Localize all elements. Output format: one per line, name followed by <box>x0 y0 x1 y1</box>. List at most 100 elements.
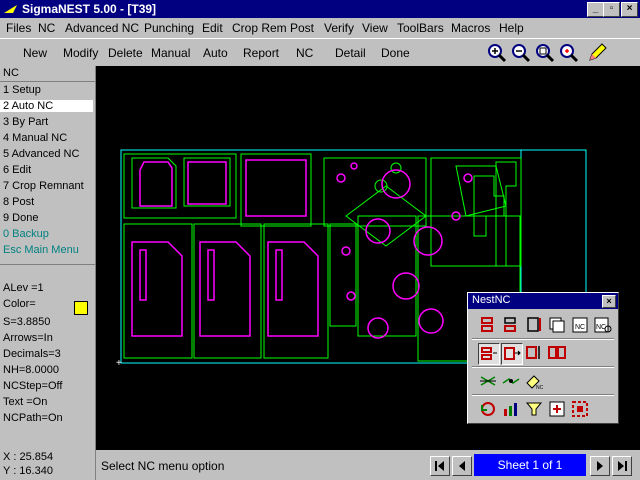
nc-sheets-icon[interactable] <box>547 315 567 335</box>
minimize-button[interactable]: _ <box>587 2 604 17</box>
zoom-fit-icon[interactable] <box>534 42 556 64</box>
title-bar: SigmaNEST 5.00 - [T39] _ ▫ × <box>0 0 640 18</box>
report-button[interactable]: Report <box>243 46 279 60</box>
menu-by-part[interactable]: 3 By Part <box>3 116 48 128</box>
part-row-bottom <box>123 215 521 362</box>
menu-toolbars[interactable]: ToolBars <box>397 21 444 35</box>
auto-button[interactable]: Auto <box>203 46 228 60</box>
nc-search-icon[interactable]: NC <box>593 315 613 335</box>
menu-files[interactable]: Files <box>6 21 31 35</box>
nc-path-cross-icon[interactable] <box>478 371 498 391</box>
done-button[interactable]: Done <box>381 46 410 60</box>
menu-manual-nc[interactable]: 4 Manual NC <box>3 132 67 144</box>
nc-sequence-next-icon[interactable] <box>501 343 523 365</box>
coordinate-readout: X : 25.854 Y : 16.340 <box>0 450 95 480</box>
menu-punching[interactable]: Punching <box>144 21 194 35</box>
menu-crop-rem[interactable]: Crop Rem <box>232 21 287 35</box>
app-logo-icon <box>4 5 17 13</box>
info-decimals: Decimals=3 <box>3 348 61 360</box>
last-icon <box>618 461 627 471</box>
prev-icon <box>459 461 465 471</box>
nc-path-tool-icon[interactable] <box>501 371 521 391</box>
first-sheet-button[interactable] <box>430 456 450 476</box>
nc-erase-icon[interactable]: NC <box>524 371 544 391</box>
palette-separator <box>472 338 614 340</box>
prev-sheet-button[interactable] <box>452 456 472 476</box>
nc-part-outline-icon[interactable] <box>501 315 521 335</box>
nc-funnel-icon[interactable] <box>524 399 544 419</box>
menu-esc-main[interactable]: Esc Main Menu <box>3 244 79 256</box>
part-cluster-right <box>323 157 522 267</box>
detail-button[interactable]: Detail <box>335 46 366 60</box>
color-swatch <box>74 301 88 315</box>
coord-x: X : 25.854 <box>3 451 54 463</box>
window-title: SigmaNEST 5.00 - [T39] <box>22 2 157 16</box>
svg-text:NC: NC <box>536 385 544 391</box>
nc-part-red-icon[interactable] <box>478 315 498 335</box>
menu-edit[interactable]: Edit <box>202 21 223 35</box>
info-text: Text =On <box>3 396 48 408</box>
menu-help[interactable]: Help <box>499 21 524 35</box>
palette-close-button[interactable]: × <box>602 295 616 308</box>
delete-button[interactable]: Delete <box>108 46 143 60</box>
nc-undo-icon[interactable] <box>478 399 498 419</box>
nc-chart-icon[interactable] <box>501 399 521 419</box>
info-color: Color= <box>3 298 36 310</box>
close-button[interactable]: × <box>621 2 638 17</box>
menu-nc[interactable]: NC <box>38 21 55 35</box>
menu-advanced-nc-item[interactable]: 5 Advanced NC <box>3 148 79 160</box>
info-s: S=3.8850 <box>3 316 51 328</box>
sheet-indicator: Sheet 1 of 1 <box>474 454 586 476</box>
last-sheet-button[interactable] <box>612 456 632 476</box>
nc-split-icon[interactable] <box>547 343 567 363</box>
new-button[interactable]: New <box>23 46 47 60</box>
next-sheet-button[interactable] <box>590 456 610 476</box>
nc-sequence-icon[interactable] <box>478 343 500 365</box>
panel-header: NC <box>3 67 19 79</box>
menu-bar: Files NC Advanced NC Punching Edit Crop … <box>0 18 640 38</box>
next-icon <box>597 461 603 471</box>
manual-button[interactable]: Manual <box>151 46 190 60</box>
info-ncpath: NCPath=On <box>3 412 63 424</box>
palette-title-bar[interactable]: NestNC × <box>468 293 618 309</box>
nc-button[interactable]: NC <box>296 46 313 60</box>
toolbar: New Modify Delete Manual Auto Report NC … <box>0 38 640 68</box>
info-ncstep: NCStep=Off <box>3 380 63 392</box>
menu-advanced-nc[interactable]: Advanced NC <box>65 21 139 35</box>
origin-marker: + <box>116 358 122 369</box>
modify-button[interactable]: Modify <box>63 46 98 60</box>
zoom-window-icon[interactable] <box>558 42 580 64</box>
menu-post-item[interactable]: 8 Post <box>3 196 34 208</box>
menu-post[interactable]: Post <box>290 21 314 35</box>
svg-text:NC: NC <box>596 324 606 331</box>
menu-backup[interactable]: 0 Backup <box>3 228 49 240</box>
menu-crop-remnant[interactable]: 7 Crop Remnant <box>3 180 84 192</box>
edit-pencil-icon[interactable] <box>586 42 608 64</box>
nc-document-icon[interactable]: NC <box>570 315 590 335</box>
palette-separator <box>472 394 614 396</box>
info-nh: NH=8.0000 <box>3 364 59 376</box>
menu-edit-item[interactable]: 6 Edit <box>3 164 31 176</box>
menu-macros[interactable]: Macros <box>451 21 490 35</box>
nc-part-bracket-icon[interactable] <box>524 315 544 335</box>
menu-auto-nc[interactable]: 2 Auto NC <box>0 100 93 112</box>
nc-grid-icon[interactable] <box>570 399 590 419</box>
info-alev: ALev =1 <box>3 282 44 294</box>
status-bar: Select NC menu option Sheet 1 of 1 <box>96 450 640 480</box>
nc-side-menu: NC 1 Setup 2 Auto NC 3 By Part 4 Manual … <box>0 66 96 480</box>
nc-sequence-end-icon[interactable] <box>524 343 544 363</box>
zoom-out-icon[interactable] <box>510 42 532 64</box>
menu-view[interactable]: View <box>362 21 388 35</box>
svg-text:NC: NC <box>575 324 585 331</box>
restore-button[interactable]: ▫ <box>603 2 620 17</box>
nc-insert-icon[interactable] <box>547 399 567 419</box>
menu-done-item[interactable]: 9 Done <box>3 212 38 224</box>
status-message: Select NC menu option <box>101 459 225 473</box>
palette-title: NestNC <box>472 294 511 306</box>
menu-setup[interactable]: 1 Setup <box>3 84 41 96</box>
menu-verify[interactable]: Verify <box>324 21 354 35</box>
zoom-in-icon[interactable] <box>486 42 508 64</box>
first-icon <box>435 461 444 471</box>
palette-separator <box>472 366 614 368</box>
nestnc-palette[interactable]: NestNC × NC NC NC <box>467 292 619 424</box>
